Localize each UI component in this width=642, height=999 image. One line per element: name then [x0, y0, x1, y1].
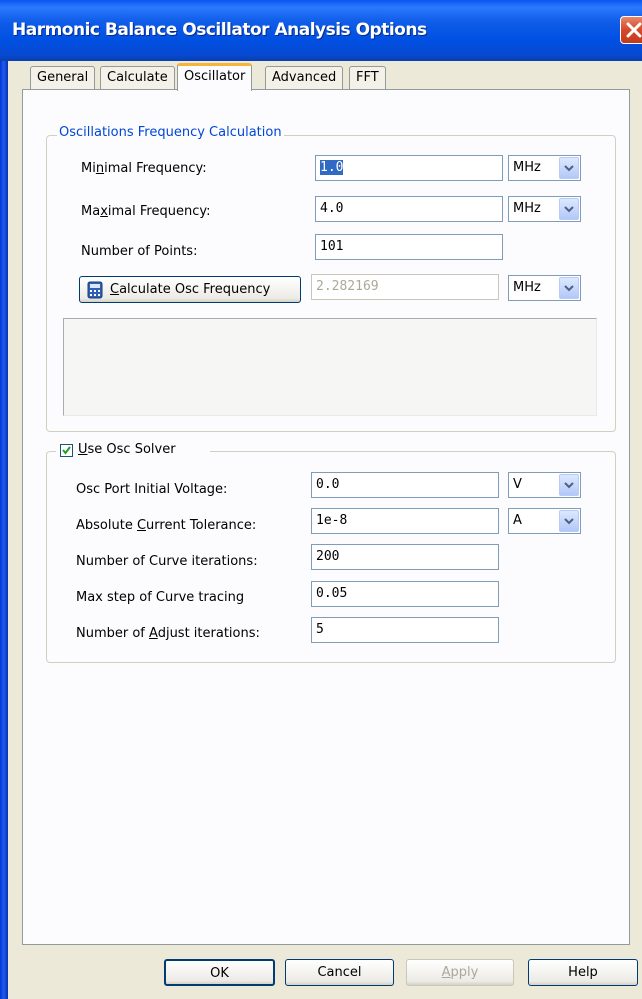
result-unit-select[interactable]: MHz — [508, 275, 581, 301]
calculate-osc-frequency-button[interactable]: Calculate Osc Frequency — [79, 276, 301, 303]
close-button[interactable] — [620, 16, 642, 44]
calculator-icon — [87, 281, 103, 299]
help-button[interactable]: Help — [528, 959, 638, 986]
max-frequency-input[interactable]: 4.0 — [315, 196, 503, 222]
calculated-frequency-output: 2.282169 — [311, 274, 499, 300]
voltage-unit-select[interactable]: V — [508, 472, 581, 498]
max-frequency-unit-select[interactable]: MHz — [508, 196, 581, 222]
tab-calculate[interactable]: Calculate — [100, 66, 175, 90]
min-frequency-input[interactable]: 1.0 — [315, 155, 503, 181]
window-title: Harmonic Balance Oscillator Analysis Opt… — [12, 20, 427, 40]
adjust-iterations-label: Number of Adjust iterations: — [76, 626, 260, 641]
number-of-points-input[interactable]: 101 — [315, 234, 503, 260]
chevron-down-icon[interactable] — [559, 510, 579, 532]
osc-solver-legend: Use Osc Solver — [56, 441, 210, 461]
chevron-down-icon[interactable] — [559, 474, 579, 496]
number-of-points-label: Number of Points: — [81, 244, 198, 259]
use-osc-solver-label[interactable]: Use Osc Solver — [78, 442, 176, 457]
frequency-results-box[interactable] — [63, 318, 597, 416]
chevron-down-icon[interactable] — [559, 198, 579, 220]
window-frame-left — [0, 0, 8, 999]
tab-general[interactable]: General — [30, 66, 96, 90]
dialog-window: Harmonic Balance Oscillator Analysis Opt… — [0, 0, 642, 999]
current-unit-select[interactable]: A — [508, 508, 581, 534]
ok-button[interactable]: OK — [164, 959, 275, 986]
curve-iterations-label: Number of Curve iterations: — [76, 554, 258, 569]
abs-current-tolerance-label: Absolute Current Tolerance: — [76, 518, 257, 533]
use-osc-solver-checkbox[interactable] — [60, 444, 73, 457]
curve-iterations-input[interactable]: 200 — [311, 544, 499, 570]
min-frequency-label: Minimal Frequency: — [81, 161, 207, 176]
abs-current-tolerance-input[interactable]: 1e-8 — [311, 508, 499, 534]
title-bar[interactable]: Harmonic Balance Oscillator Analysis Opt… — [0, 0, 642, 61]
osc-port-voltage-input[interactable]: 0.0 — [311, 472, 499, 498]
osc-port-voltage-label: Osc Port Initial Voltage: — [76, 482, 228, 497]
tab-advanced[interactable]: Advanced — [265, 66, 344, 90]
max-frequency-label: Maximal Frequency: — [81, 204, 211, 219]
frequency-calculation-legend: Oscillations Frequency Calculation — [57, 125, 284, 140]
chevron-down-icon[interactable] — [559, 277, 579, 299]
apply-button[interactable]: Apply — [406, 959, 514, 986]
chevron-down-icon[interactable] — [559, 157, 579, 179]
adjust-iterations-input[interactable]: 5 — [311, 617, 499, 643]
cancel-button[interactable]: Cancel — [285, 959, 394, 986]
tab-fft[interactable]: FFT — [349, 66, 386, 90]
max-step-label: Max step of Curve tracing — [76, 590, 245, 605]
close-icon — [626, 22, 642, 38]
checkmark-icon — [62, 446, 71, 455]
max-step-input[interactable]: 0.05 — [311, 581, 499, 607]
min-frequency-unit-select[interactable]: MHz — [508, 155, 581, 181]
tab-oscillator[interactable]: Oscillator — [177, 63, 253, 91]
